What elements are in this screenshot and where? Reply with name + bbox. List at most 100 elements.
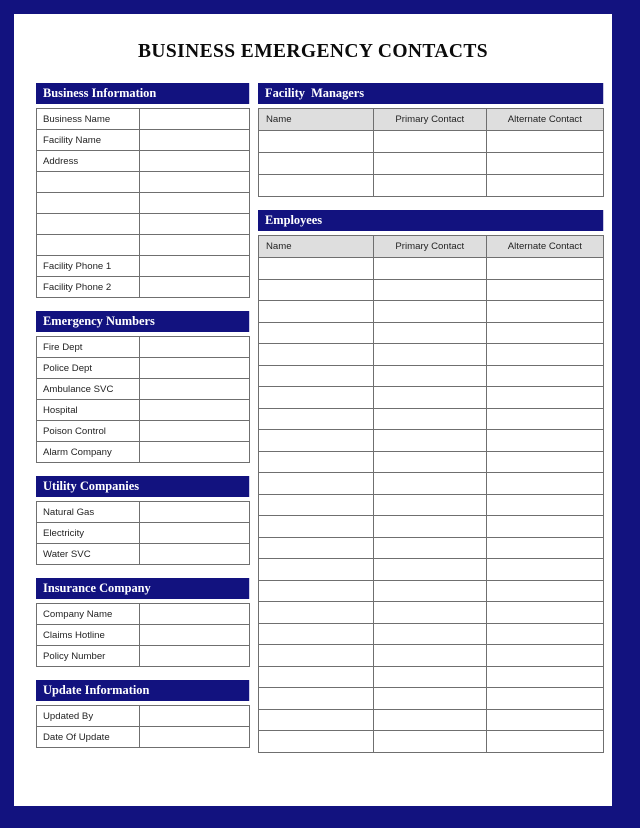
contact-cell-input[interactable] xyxy=(258,343,374,366)
contact-cell-input[interactable] xyxy=(372,687,487,710)
contact-cell-input[interactable] xyxy=(485,429,605,452)
contact-cell-input[interactable] xyxy=(485,708,605,731)
contact-cell-input[interactable] xyxy=(485,300,605,323)
contact-cell-input[interactable] xyxy=(372,300,487,323)
field-value-input[interactable] xyxy=(139,705,250,727)
contact-cell-input[interactable] xyxy=(485,174,605,197)
contact-cell-input[interactable] xyxy=(485,644,605,667)
contact-cell-input[interactable] xyxy=(372,579,487,602)
contact-cell-input[interactable] xyxy=(258,321,374,344)
contact-cell-input[interactable] xyxy=(485,558,605,581)
contact-cell-input[interactable] xyxy=(372,364,487,387)
field-value-input[interactable] xyxy=(139,420,250,442)
contact-cell-input[interactable] xyxy=(485,321,605,344)
contact-cell-input[interactable] xyxy=(372,429,487,452)
contact-cell-input[interactable] xyxy=(485,386,605,409)
field-value-input[interactable] xyxy=(139,624,250,646)
contact-cell-input[interactable] xyxy=(372,407,487,430)
contact-cell-input[interactable] xyxy=(372,708,487,731)
contact-cell-input[interactable] xyxy=(258,386,374,409)
contact-cell-input[interactable] xyxy=(258,708,374,731)
field-value-input[interactable] xyxy=(139,129,250,151)
contact-cell-input[interactable] xyxy=(258,515,374,538)
contact-cell-input[interactable] xyxy=(485,622,605,645)
contact-cell-input[interactable] xyxy=(258,152,374,175)
contact-cell-input[interactable] xyxy=(485,579,605,602)
field-value-input[interactable] xyxy=(139,399,250,421)
field-value-input[interactable] xyxy=(139,150,250,172)
contact-cell-input[interactable] xyxy=(485,450,605,473)
contact-cell-input[interactable] xyxy=(372,257,487,280)
contact-cell-input[interactable] xyxy=(485,407,605,430)
contact-cell-input[interactable] xyxy=(485,152,605,175)
field-value-input[interactable] xyxy=(139,213,250,235)
contact-cell-input[interactable] xyxy=(485,343,605,366)
contact-cell-input[interactable] xyxy=(372,386,487,409)
contact-cell-input[interactable] xyxy=(258,300,374,323)
contact-cell-input[interactable] xyxy=(485,515,605,538)
contact-cell-input[interactable] xyxy=(372,152,487,175)
field-value-input[interactable] xyxy=(139,645,250,667)
contact-cell-input[interactable] xyxy=(372,536,487,559)
contact-cell-input[interactable] xyxy=(372,558,487,581)
contact-cell-input[interactable] xyxy=(485,472,605,495)
field-value-input[interactable] xyxy=(139,276,250,298)
field-value-input[interactable] xyxy=(139,543,250,565)
contact-cell-input[interactable] xyxy=(372,278,487,301)
contact-cell-input[interactable] xyxy=(258,687,374,710)
field-value-input[interactable] xyxy=(139,357,250,379)
contact-cell-input[interactable] xyxy=(372,472,487,495)
contact-cell-input[interactable] xyxy=(372,644,487,667)
contact-cell-input[interactable] xyxy=(485,601,605,624)
contact-cell-input[interactable] xyxy=(258,493,374,516)
contact-cell-input[interactable] xyxy=(372,665,487,688)
field-value-input[interactable] xyxy=(139,192,250,214)
contact-cell-input[interactable] xyxy=(258,730,374,753)
contact-cell-input[interactable] xyxy=(485,130,605,153)
contact-cell-input[interactable] xyxy=(372,730,487,753)
contact-cell-input[interactable] xyxy=(258,364,374,387)
contact-cell-input[interactable] xyxy=(372,343,487,366)
field-value-input[interactable] xyxy=(139,108,250,130)
contact-cell-input[interactable] xyxy=(485,257,605,280)
field-value-input[interactable] xyxy=(139,234,250,256)
contact-cell-input[interactable] xyxy=(258,472,374,495)
contact-cell-input[interactable] xyxy=(372,601,487,624)
contact-cell-input[interactable] xyxy=(258,601,374,624)
contact-cell-input[interactable] xyxy=(258,257,374,280)
field-value-input[interactable] xyxy=(139,255,250,277)
contact-cell-input[interactable] xyxy=(258,130,374,153)
field-value-input[interactable] xyxy=(139,726,250,748)
contact-cell-input[interactable] xyxy=(485,278,605,301)
contact-cell-input[interactable] xyxy=(258,407,374,430)
contact-cell-input[interactable] xyxy=(258,450,374,473)
field-value-input[interactable] xyxy=(139,603,250,625)
contact-cell-input[interactable] xyxy=(485,536,605,559)
field-value-input[interactable] xyxy=(139,171,250,193)
field-value-input[interactable] xyxy=(139,522,250,544)
contact-cell-input[interactable] xyxy=(258,536,374,559)
contact-cell-input[interactable] xyxy=(372,493,487,516)
field-value-input[interactable] xyxy=(139,441,250,463)
contact-cell-input[interactable] xyxy=(485,730,605,753)
field-value-input[interactable] xyxy=(139,336,250,358)
contact-cell-input[interactable] xyxy=(258,429,374,452)
contact-cell-input[interactable] xyxy=(258,665,374,688)
contact-cell-input[interactable] xyxy=(485,665,605,688)
contact-cell-input[interactable] xyxy=(258,644,374,667)
contact-cell-input[interactable] xyxy=(258,579,374,602)
contact-cell-input[interactable] xyxy=(372,174,487,197)
contact-cell-input[interactable] xyxy=(372,622,487,645)
contact-cell-input[interactable] xyxy=(372,450,487,473)
contact-cell-input[interactable] xyxy=(372,515,487,538)
contact-cell-input[interactable] xyxy=(258,174,374,197)
field-value-input[interactable] xyxy=(139,501,250,523)
field-value-input[interactable] xyxy=(139,378,250,400)
contact-cell-input[interactable] xyxy=(258,622,374,645)
contact-cell-input[interactable] xyxy=(372,130,487,153)
contact-cell-input[interactable] xyxy=(485,364,605,387)
contact-cell-input[interactable] xyxy=(485,687,605,710)
contact-cell-input[interactable] xyxy=(485,493,605,516)
contact-cell-input[interactable] xyxy=(258,278,374,301)
contact-cell-input[interactable] xyxy=(258,558,374,581)
